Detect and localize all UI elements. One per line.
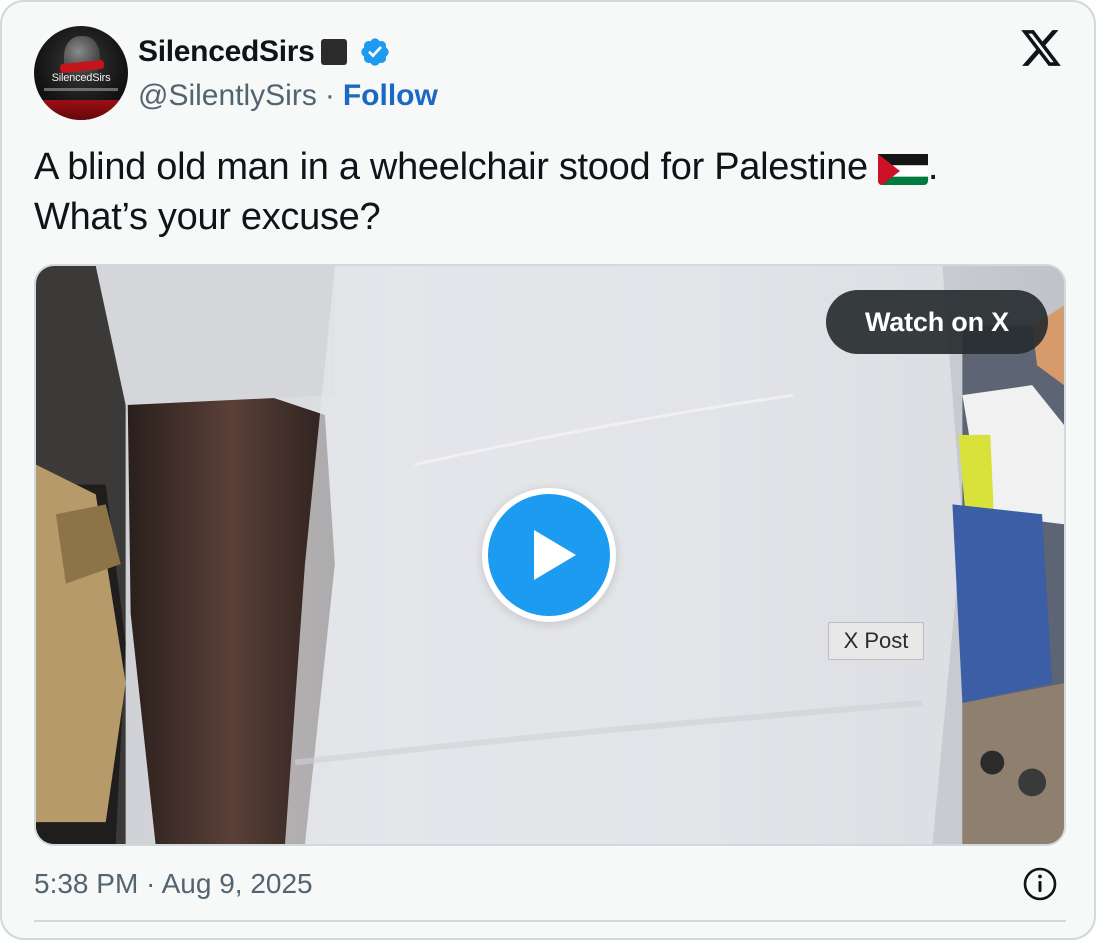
tweet-text: A blind old man in a wheelchair stood fo…	[34, 142, 1034, 242]
watch-on-x-button[interactable]: Watch on X	[826, 290, 1048, 354]
verified-badge-icon	[360, 38, 389, 66]
avatar-red-strip	[34, 100, 128, 120]
footer-divider	[34, 920, 1066, 922]
video-thumbnail[interactable]: Watch on X X Post	[34, 264, 1066, 846]
tweet-text-line1: A blind old man in a wheelchair stood fo…	[34, 146, 868, 188]
x-logo-icon[interactable]	[1018, 26, 1064, 70]
tweet-text-period: .	[927, 146, 939, 188]
tweet-timestamp[interactable]: 5:38 PM · Aug 9, 2025	[34, 868, 313, 900]
tweet-text-line2: What’s your excuse?	[34, 196, 381, 238]
x-post-tooltip: X Post	[828, 622, 924, 660]
info-icon[interactable]	[1022, 866, 1058, 902]
avatar-wordmark: SilencedSirs	[51, 72, 111, 84]
author-handle[interactable]: @SilentlySirs	[138, 79, 317, 113]
author-name-row: SilencedSirs	[138, 32, 391, 72]
author-handle-row: @SilentlySirs · Follow	[138, 78, 438, 114]
follow-button[interactable]: Follow	[343, 79, 438, 113]
author-display-name[interactable]: SilencedSirs	[138, 35, 315, 69]
play-button[interactable]	[482, 488, 616, 622]
avatar-subtext	[44, 88, 118, 91]
play-icon	[534, 530, 576, 580]
black-square-emoji	[320, 39, 347, 65]
avatar[interactable]: SilencedSirs	[34, 26, 128, 120]
palestine-flag-emoji	[877, 151, 928, 185]
tweet-card: SilencedSirs SilencedSirs @SilentlySirs …	[0, 0, 1096, 940]
separator-dot: ·	[324, 79, 335, 112]
